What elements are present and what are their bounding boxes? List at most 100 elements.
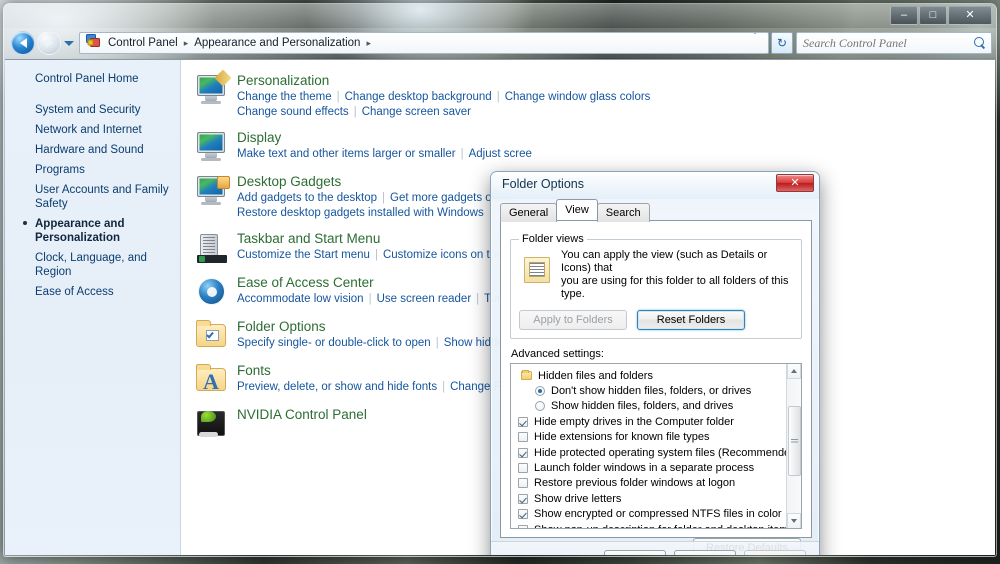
settings-checkbox-row[interactable]: Show pop-up description for folder and d… (511, 522, 801, 528)
display-icon (195, 130, 229, 164)
checkbox[interactable] (518, 463, 528, 474)
category-title[interactable]: Personalization (237, 73, 650, 89)
dialog-close-button[interactable]: ✕ (776, 174, 814, 192)
category-link[interactable]: Use screen reader (377, 293, 472, 305)
sidebar-item-appearance-and-personalization[interactable]: Appearance and Personalization (5, 214, 180, 248)
category-link[interactable]: Adjust scree (469, 148, 532, 160)
sidebar-item-system-and-security[interactable]: System and Security (5, 100, 180, 120)
radio-button[interactable] (535, 401, 545, 412)
sidebar-item-control-panel-home[interactable]: Control Panel Home (5, 69, 180, 89)
checkbox[interactable] (518, 432, 528, 443)
minimize-button[interactable]: – (890, 6, 918, 25)
category-link[interactable]: Customize the Start menu (237, 249, 370, 261)
search-box[interactable] (796, 32, 992, 54)
settings-radio-row[interactable]: Don't show hidden files, folders, or dri… (511, 383, 801, 398)
category-link[interactable]: Change window glass colors (505, 91, 651, 103)
forward-button[interactable] (37, 31, 61, 55)
category-link[interactable]: Specify single- or double-click to open (237, 337, 431, 349)
category-body: Taskbar and Start Menu Customize the Star… (237, 230, 533, 265)
apply-button[interactable]: Apply (744, 549, 806, 555)
category-link[interactable]: Change sound effects (237, 106, 349, 118)
link-separator: | (496, 91, 500, 103)
breadcrumb-separator[interactable]: ▸ (182, 38, 191, 49)
settings-checkbox-row[interactable]: Launch folder windows in a separate proc… (511, 460, 801, 475)
sidebar-item-user-accounts-and-family-safety[interactable]: User Accounts and Family Safety (5, 180, 180, 214)
refresh-button[interactable]: ↻ (771, 32, 793, 54)
checkbox[interactable] (518, 478, 528, 489)
category-link[interactable]: Preview, delete, or show and hide fonts (237, 381, 437, 393)
category-body: Desktop Gadgets Add gadgets to the deskto… (237, 173, 516, 221)
sidebar-item-programs[interactable]: Programs (5, 160, 180, 180)
link-separator: | (374, 249, 378, 261)
back-button[interactable] (11, 31, 35, 55)
tab-view[interactable]: View (556, 199, 598, 220)
apply-to-folders-button[interactable]: Apply to Folders (519, 310, 627, 330)
settings-checkbox-row[interactable]: Restore previous folder windows at logon (511, 476, 801, 491)
settings-checkbox-row[interactable]: Hide extensions for known file types (511, 430, 801, 445)
folder-views-description-line1: You can apply the view (such as Details … (561, 249, 768, 274)
radio-button[interactable] (535, 386, 545, 397)
category-link[interactable]: Change the theme (237, 91, 332, 103)
settings-radio-row[interactable]: Show hidden files, folders, and drives (511, 399, 801, 414)
category-link[interactable]: Accommodate low vision (237, 293, 364, 305)
tab-general[interactable]: General (500, 203, 558, 222)
maximize-icon: □ (929, 9, 937, 21)
folder-mini-icon (521, 370, 532, 381)
category-link[interactable]: Add gadgets to the desktop (237, 192, 377, 204)
category-title[interactable]: Display (237, 130, 532, 146)
fonts-icon: A (195, 363, 229, 397)
maximize-button[interactable]: □ (919, 6, 947, 25)
setting-label: Hide extensions for known file types (534, 431, 710, 444)
category-title[interactable]: Ease of Access Center (237, 275, 523, 291)
breadcrumb[interactable]: Control Panel ▸ Appearance and Personali… (79, 32, 769, 54)
category-title[interactable]: Desktop Gadgets (237, 174, 516, 190)
tab-search[interactable]: Search (596, 203, 650, 222)
setting-label: Hide empty drives in the Computer folder (534, 415, 734, 428)
category-link[interactable]: Make text and other items larger or smal… (237, 148, 456, 160)
advanced-settings-list[interactable]: Hidden files and folders Don't show hidde… (510, 363, 802, 529)
category-link[interactable]: Restore desktop gadgets installed with W… (237, 207, 484, 219)
category-link[interactable]: Change desktop background (345, 91, 492, 103)
recent-pages-button[interactable] (61, 31, 77, 55)
settings-group-header[interactable]: Hidden files and folders (511, 368, 801, 383)
checkbox[interactable] (518, 524, 528, 528)
sidebar-item-hardware-and-sound[interactable]: Hardware and Sound (5, 140, 180, 160)
ok-button[interactable]: OK (604, 549, 666, 555)
setting-label: Restore previous folder windows at logon (534, 477, 736, 490)
folder-options-icon-wrap (195, 319, 229, 353)
setting-label: Show drive letters (534, 492, 622, 505)
scrollbar-thumb[interactable] (788, 406, 801, 476)
category-title[interactable]: Folder Options (237, 319, 522, 335)
reset-folders-button[interactable]: Reset Folders (637, 310, 745, 330)
fonts-icon-wrap: A (195, 363, 229, 397)
checkbox[interactable] (518, 493, 528, 504)
settings-checkbox-row[interactable]: Show encrypted or compressed NTFS files … (511, 507, 801, 522)
category-link[interactable]: Change screen saver (362, 106, 471, 118)
advanced-settings-scrollbar[interactable] (786, 364, 801, 528)
close-button[interactable]: ✕ (948, 6, 992, 25)
setting-label: Hide protected operating system files (R… (534, 446, 800, 459)
checkbox[interactable] (518, 447, 528, 458)
settings-checkbox-row[interactable]: Hide protected operating system files (R… (511, 445, 801, 460)
breadcrumb-separator-2[interactable]: ▸ (364, 38, 373, 49)
category-title[interactable]: Taskbar and Start Menu (237, 231, 533, 247)
taskbar-start-menu-icon (195, 231, 229, 265)
breadcrumb-item-control-panel[interactable]: Control Panel (104, 36, 182, 50)
category-title[interactable]: NVIDIA Control Panel (237, 407, 367, 423)
address-dropdown-button[interactable] (750, 33, 766, 52)
breadcrumb-item-appearance[interactable]: Appearance and Personalization (190, 36, 364, 50)
scroll-down-button[interactable] (787, 513, 801, 528)
settings-checkbox-row[interactable]: Hide empty drives in the Computer folder (511, 414, 801, 429)
checkbox[interactable] (518, 509, 528, 520)
checkbox[interactable] (518, 416, 528, 427)
settings-checkbox-row[interactable]: Show drive letters (511, 491, 801, 506)
category-links: Customize the Start menu | Customize icons… (237, 248, 533, 263)
link-separator: | (442, 381, 446, 393)
navigation-bar: Control Panel ▸ Appearance and Personali… (4, 28, 996, 58)
sidebar-item-ease-of-access[interactable]: Ease of Access (5, 282, 180, 302)
search-input[interactable] (801, 34, 974, 52)
sidebar-item-network-and-internet[interactable]: Network and Internet (5, 120, 180, 140)
sidebar-item-clock-language-and-region[interactable]: Clock, Language, and Region (5, 248, 180, 282)
cancel-button[interactable]: Cancel (674, 549, 736, 555)
scroll-up-button[interactable] (787, 364, 801, 379)
